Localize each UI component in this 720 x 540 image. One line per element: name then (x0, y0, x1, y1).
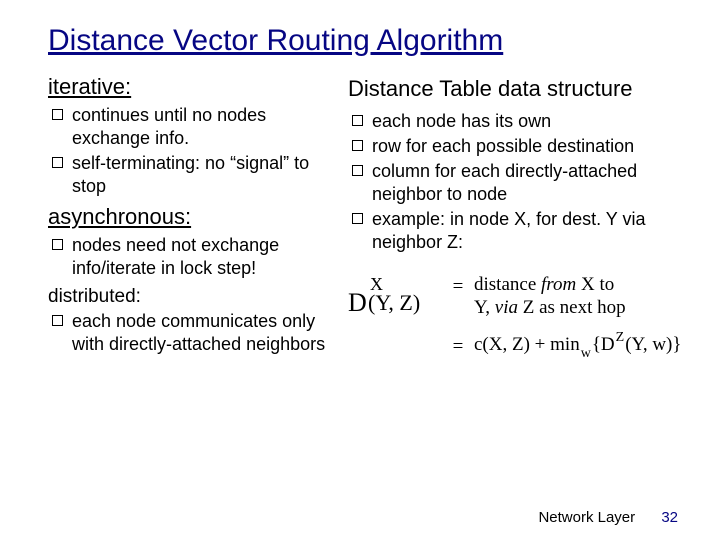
left-column: iterative: continues until no nodes exch… (48, 72, 338, 362)
formula-D: D (348, 288, 367, 318)
heading-distance-table: Distance Table data structure (348, 76, 682, 102)
heading-iterative: iterative: (48, 74, 338, 100)
list-item: continues until no nodes exchange info. (50, 104, 338, 150)
list-asynchronous: nodes need not exchange info/iterate in … (48, 234, 338, 280)
rhs1-via: via (495, 297, 518, 318)
slide-footer: Network Layer 32 (538, 509, 678, 526)
footer-section: Network Layer (538, 509, 635, 526)
rhs2-part: {D (592, 334, 615, 355)
formula-args: (Y, Z) (368, 290, 420, 316)
formula-lhs: D X (Y, Z) (348, 272, 440, 324)
slide-title: Distance Vector Routing Algorithm (48, 24, 680, 58)
heading-asynchronous: asynchronous: (48, 204, 338, 230)
rhs2-part: (Y, w)} (625, 334, 681, 355)
formula-rhs-text: = distance from X to Y, via Z as next ho… (452, 274, 682, 320)
equals-icon: = (452, 334, 464, 359)
list-item: example: in node X, for dest. Y via neig… (350, 208, 682, 254)
heading-distributed: distributed: (48, 286, 338, 308)
list-item: each node communicates only with directl… (50, 310, 338, 356)
list-item: each node has its own (350, 110, 682, 133)
list-distance-table: each node has its own row for each possi… (348, 110, 682, 254)
formula-rhs-math: = c(X, Z) + minw{DZ(Y, w)} (452, 334, 682, 359)
list-item: nodes need not exchange info/iterate in … (50, 234, 338, 280)
rhs1-part: Y, (474, 297, 495, 318)
list-distributed: each node communicates only with directl… (48, 310, 338, 356)
footer-page-number: 32 (661, 509, 678, 526)
right-column: Distance Table data structure each node … (348, 72, 682, 362)
rhs1-part: Z as next hop (518, 297, 626, 318)
formula-block: D X (Y, Z) = distance from X to Y, via Z… (348, 272, 682, 358)
rhs2-sup-z: Z (616, 330, 625, 345)
content-columns: iterative: continues until no nodes exch… (48, 72, 680, 362)
rhs1-from: from (541, 274, 576, 295)
list-item: self-terminating: no “signal” to stop (50, 152, 338, 198)
rhs1-part: X to (576, 274, 614, 295)
list-iterative: continues until no nodes exchange info. … (48, 104, 338, 198)
equals-icon: = (452, 274, 464, 299)
rhs1-part: distance (474, 274, 541, 295)
rhs2-part: c(X, Z) + min (474, 334, 580, 355)
list-item: column for each directly-attached neighb… (350, 160, 682, 206)
list-item: row for each possible destination (350, 135, 682, 158)
rhs2-sub-w: w (581, 346, 591, 361)
